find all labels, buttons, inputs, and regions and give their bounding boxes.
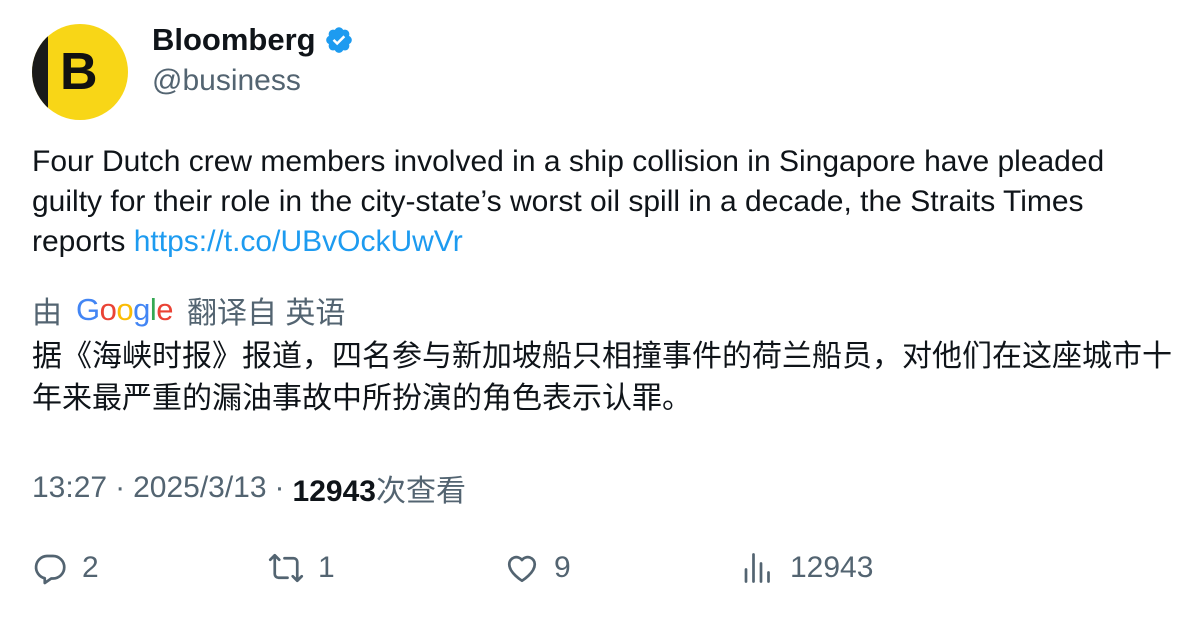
avatar-letter: B	[60, 43, 98, 101]
views-label: 次查看	[375, 475, 466, 508]
reply-button[interactable]: 2	[32, 550, 99, 586]
reply-icon	[34, 554, 66, 585]
tweet-time[interactable]: 13:27	[32, 471, 107, 505]
like-count: 9	[554, 551, 571, 584]
display-name[interactable]: Bloomberg	[152, 22, 316, 58]
google-logo: Google	[76, 292, 174, 327]
views-button[interactable]: 12943	[740, 550, 873, 586]
heart-icon	[507, 555, 537, 583]
translation-prefix: 由	[32, 297, 62, 330]
avatar-shade	[32, 24, 48, 120]
retweet-button[interactable]: 1	[268, 550, 335, 586]
tweet-date[interactable]: 2025/3/13	[133, 471, 266, 505]
author-name-row: Bloomberg	[152, 22, 354, 58]
tweet-meta: 13:27 · 2025/3/13 · 12943次查看	[32, 466, 466, 510]
translation-suffix: 翻译自 英语	[187, 297, 346, 330]
views-count: 12943	[790, 551, 874, 584]
tweet-text: Four Dutch crew members involved in a sh…	[32, 142, 1162, 262]
tweet-link[interactable]: https://t.co/UBvOckUwVr	[134, 225, 463, 258]
like-button[interactable]: 9	[504, 550, 571, 586]
meta-separator: ·	[274, 471, 285, 504]
translated-text: 据《海峡时报》报道，四名参与新加坡船只相撞事件的荷兰船员，对他们在这座城市十年来…	[32, 340, 1172, 415]
meta-separator: ·	[115, 471, 126, 504]
action-bar: 2 1 9 12943	[32, 550, 1172, 594]
verified-badge-icon	[324, 25, 354, 55]
author-handle[interactable]: @business	[152, 64, 301, 98]
analytics-icon	[744, 553, 770, 583]
reply-count: 2	[82, 551, 99, 584]
view-count: 12943	[292, 475, 376, 508]
retweet-icon	[268, 553, 304, 583]
translation-attribution: 由 Google 翻译自 英语	[32, 288, 345, 332]
avatar[interactable]: B	[32, 24, 128, 120]
retweet-count: 1	[318, 551, 335, 584]
